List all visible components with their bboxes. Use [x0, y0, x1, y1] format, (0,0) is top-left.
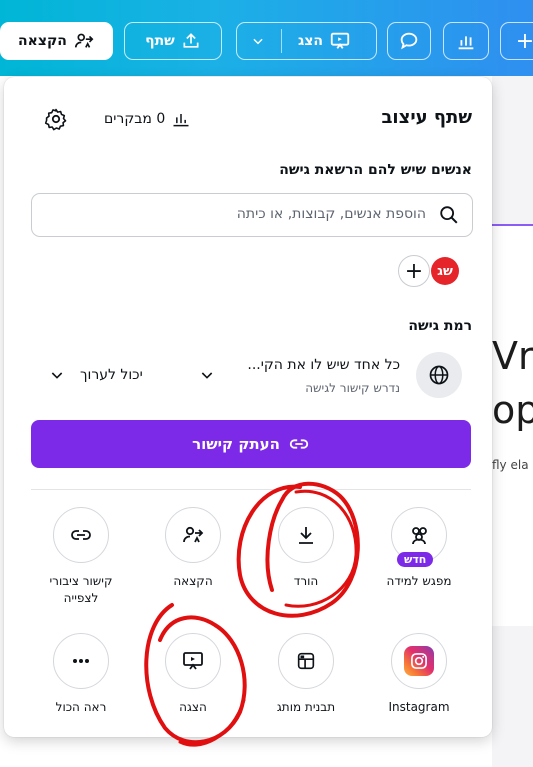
option-label: הקצאה	[173, 574, 213, 588]
comment-icon	[400, 32, 418, 50]
option-label: מפגש למידה	[386, 574, 452, 588]
share-design-panel: שתף עיצוב 0 מבקרים אנשים שיש להם הרשאת ג…	[4, 77, 492, 737]
permission-dropdown[interactable]: יכול לערוך	[80, 367, 143, 383]
more-icon	[73, 659, 89, 663]
option-live-learning[interactable]: חדש מפגש למידה	[364, 507, 474, 590]
panel-title: שתף עיצוב	[381, 107, 472, 128]
plus-icon: +	[515, 28, 533, 54]
add-people-search-field[interactable]: הוספת אנשים, קבוצות, או כיתה	[31, 193, 473, 237]
canvas-text-line-2: op	[492, 388, 533, 432]
option-circle: חדש	[391, 507, 447, 567]
option-label: Instagram	[388, 700, 450, 714]
add-collaborator-button[interactable]: +	[398, 255, 430, 287]
visitors-count: 0 מבקרים	[104, 111, 166, 127]
option-circle	[53, 633, 109, 689]
visitors-link[interactable]: 0 מבקרים	[104, 109, 191, 129]
option-label: תבנית מותג	[276, 700, 336, 714]
access-level-note: נדרש קישור לגישה	[305, 381, 400, 395]
link-icon	[71, 530, 91, 540]
option-label: ראה הכול	[55, 700, 107, 714]
user-avatar[interactable]: שג	[431, 257, 459, 285]
chevron-down-icon[interactable]	[49, 367, 65, 383]
upload-icon	[183, 33, 199, 48]
share-button[interactable]: שתף	[124, 22, 222, 60]
present-icon	[183, 652, 203, 670]
instagram-icon	[404, 646, 434, 676]
divider	[31, 489, 471, 490]
option-assign[interactable]: הקצאה	[138, 507, 248, 590]
present-icon	[330, 32, 350, 49]
option-present[interactable]: הצגה	[138, 633, 248, 716]
option-circle	[278, 633, 334, 689]
copy-link-label: העתק קישור	[192, 435, 280, 453]
comment-button[interactable]	[387, 22, 431, 60]
insights-button[interactable]	[443, 22, 489, 60]
copy-link-button[interactable]: העתק קישור	[31, 420, 471, 468]
assign-button-label: הקצאה	[18, 33, 67, 49]
option-circle	[165, 507, 221, 563]
share-button-label: שתף	[145, 33, 175, 49]
access-level-dropdown[interactable]: כל אחד שיש לו את הקי...	[247, 357, 400, 373]
option-label: הצגה	[179, 700, 207, 714]
avatar-initials: שג	[437, 263, 453, 279]
brand-template-icon	[297, 652, 315, 670]
bar-chart-icon	[458, 36, 474, 50]
option-public-view-link[interactable]: קישור ציבורי לצפייה	[26, 507, 136, 607]
people-icon	[412, 527, 427, 545]
option-instagram[interactable]: Instagram	[364, 633, 474, 716]
option-label: הורד	[293, 574, 319, 588]
chevron-down-icon	[253, 38, 263, 45]
option-circle	[278, 507, 334, 563]
assign-icon	[74, 33, 94, 48]
bar-chart-icon	[173, 114, 189, 127]
editor-toolbar: הקצאה שתף הצג +	[0, 0, 533, 76]
present-button-label: הצג	[298, 33, 324, 49]
chevron-down-icon[interactable]	[199, 367, 215, 383]
link-icon	[289, 439, 309, 449]
option-brand-template[interactable]: תבנית מותג	[251, 633, 361, 716]
globe-icon	[416, 352, 462, 398]
settings-gear-icon[interactable]	[44, 107, 68, 135]
add-button[interactable]: +	[500, 22, 533, 60]
search-icon	[440, 206, 458, 224]
option-see-all[interactable]: ראה הכול	[26, 633, 136, 716]
option-circle	[53, 507, 109, 563]
option-circle	[165, 633, 221, 689]
option-label: קישור ציבורי לצפייה	[49, 574, 113, 605]
people-access-heading: אנשים שיש להם הרשאת גישה	[279, 162, 472, 178]
search-placeholder: הוספת אנשים, קבוצות, או כיתה	[236, 206, 426, 222]
option-download[interactable]: הורד	[251, 507, 361, 590]
download-icon	[299, 527, 313, 544]
editor-canvas-background: Vri op fly ela	[492, 76, 533, 767]
assign-button[interactable]: הקצאה	[0, 22, 113, 60]
canvas-text-line-1: Vri	[492, 334, 533, 378]
present-button[interactable]: הצג	[236, 22, 377, 60]
option-circle	[391, 633, 447, 689]
assign-icon	[183, 526, 204, 543]
new-badge: חדש	[397, 552, 434, 567]
canvas-text-line-3: fly ela	[492, 458, 529, 472]
access-level-heading: רמת גישה	[408, 318, 472, 334]
